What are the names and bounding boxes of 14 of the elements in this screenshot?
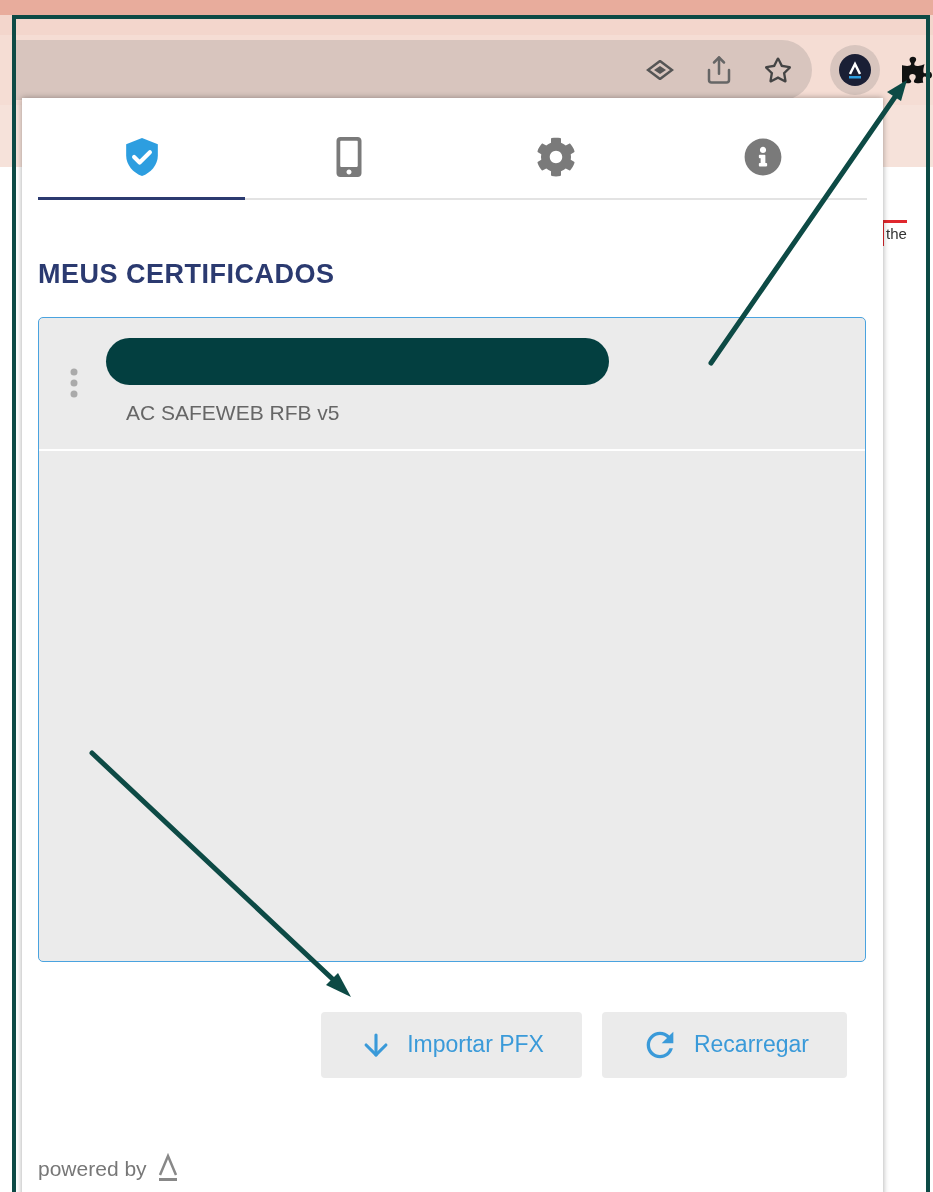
info-icon — [743, 137, 782, 176]
bookmark-star-icon[interactable] — [764, 56, 792, 84]
section-title: MEUS CERTIFICADOS — [38, 258, 336, 291]
settings-icon — [535, 136, 576, 177]
import-button[interactable]: Importar PFX — [321, 1011, 582, 1078]
powered-by-text: powered by — [38, 1155, 147, 1182]
extension-logo-icon — [839, 54, 871, 86]
reload-button[interactable]: Recarregar — [601, 1011, 847, 1078]
extensions-icon[interactable] — [902, 55, 932, 85]
diamond-icon[interactable] — [646, 60, 674, 80]
certificate-item[interactable]: AC SAFEWEB RFB v5 — [39, 317, 865, 451]
certificate-issuer: AC SAFEWEB RFB v5 — [126, 399, 341, 426]
extension-button[interactable] — [830, 45, 880, 95]
brand-logo-icon — [156, 1153, 179, 1184]
